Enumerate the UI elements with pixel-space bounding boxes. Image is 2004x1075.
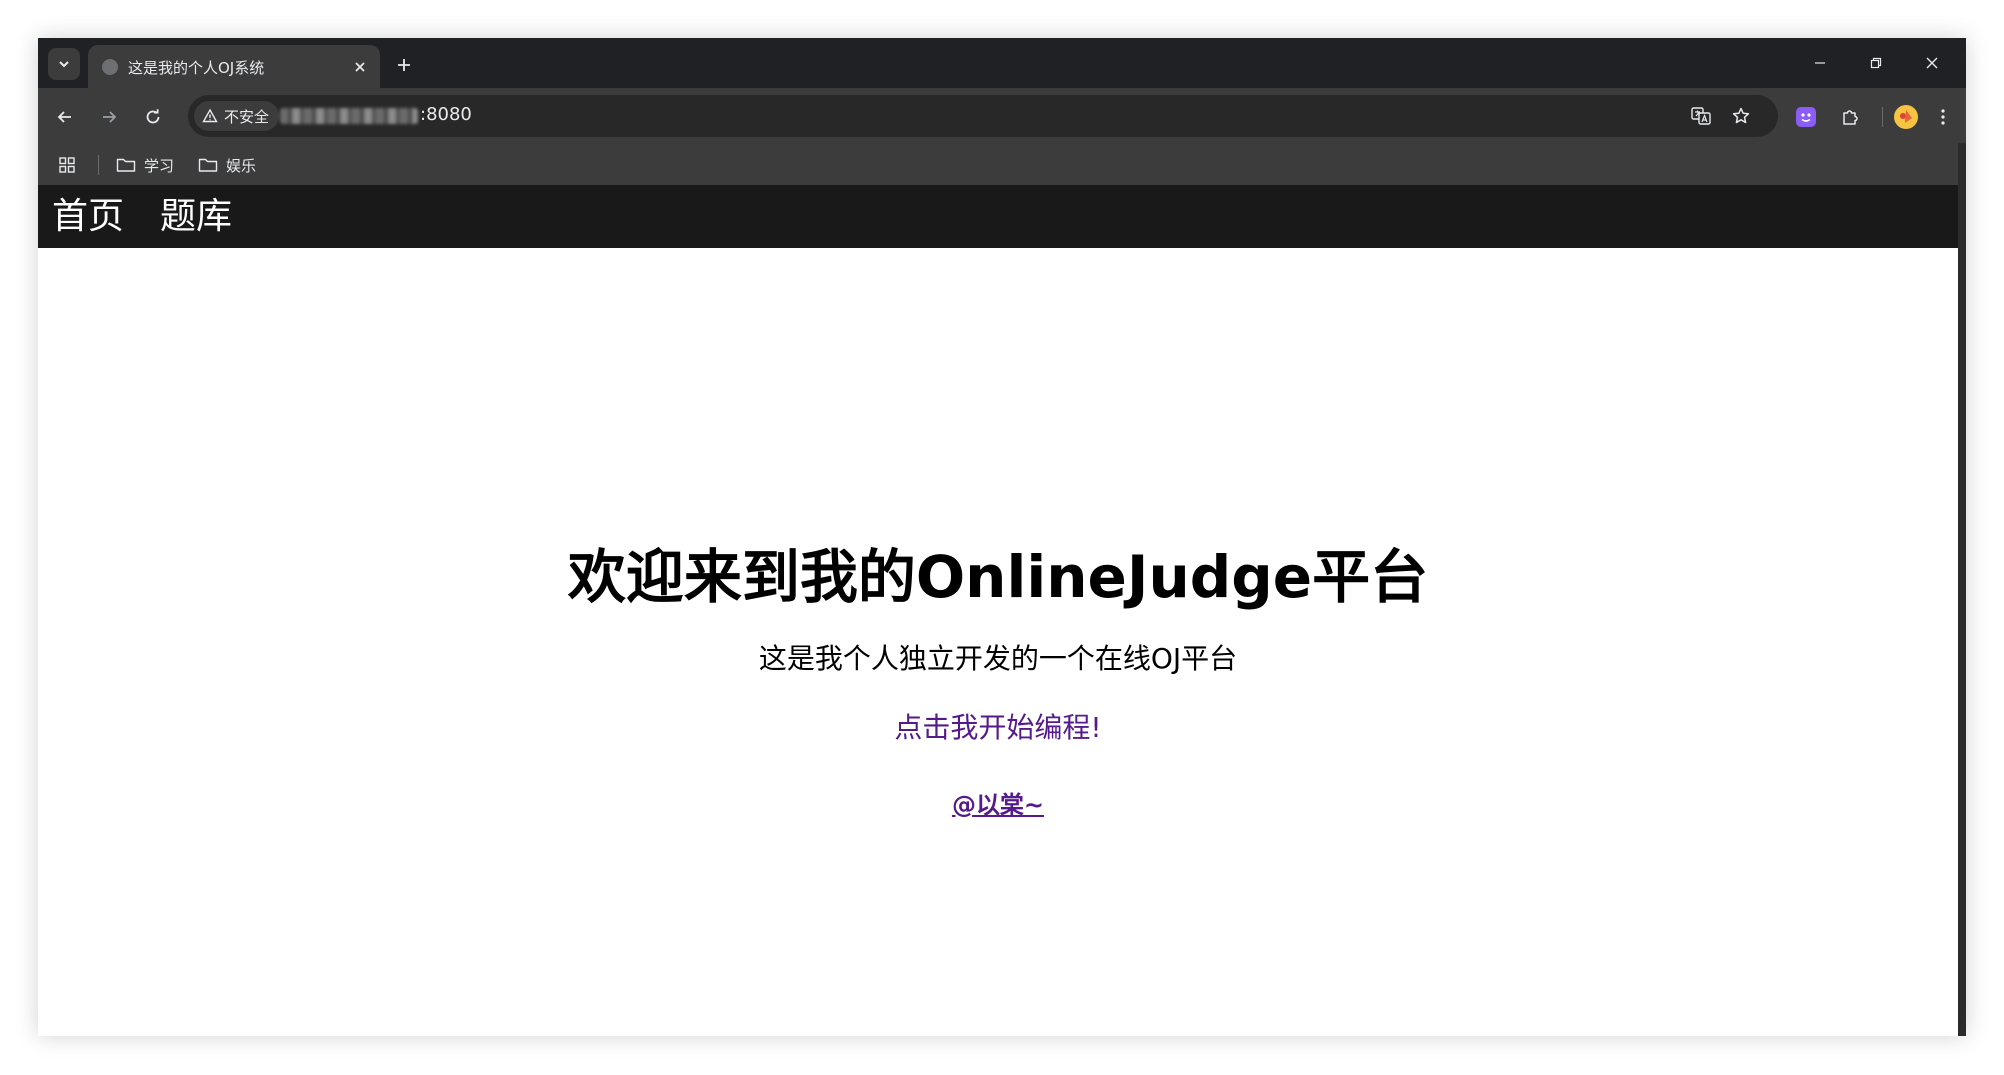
close-window-button[interactable]	[1904, 46, 1960, 80]
url-text: :8080	[420, 104, 472, 125]
bookmark-folder-study[interactable]: 学习	[116, 153, 174, 177]
page-subtitle: 这是我个人独立开发的一个在线OJ平台	[758, 642, 1238, 675]
avatar-icon	[1894, 105, 1918, 129]
tab-strip: 这是我的个人OJ系统	[38, 38, 1966, 88]
hero-section: 欢迎来到我的OnlineJudge平台 这是我个人独立开发的一个在线OJ平台 点…	[38, 185, 1958, 1036]
profile-button[interactable]	[1891, 102, 1921, 132]
browser-toolbar: 不安全 :8080	[38, 88, 1966, 145]
address-bar[interactable]: 不安全 :8080	[188, 95, 1778, 137]
tab-title: 这是我的个人OJ系统	[128, 59, 265, 77]
url-redacted-host	[280, 108, 418, 124]
folder-icon	[198, 158, 218, 172]
security-indicator[interactable]: 不安全	[194, 101, 280, 131]
star-icon	[1732, 107, 1750, 124]
arrow-right-icon	[103, 111, 117, 123]
bookmarks-bar: 学习 娱乐	[38, 145, 1966, 185]
extension-button[interactable]	[1791, 102, 1821, 132]
start-coding-link[interactable]: 点击我开始编程!	[38, 710, 1958, 746]
minimize-button[interactable]	[1792, 46, 1848, 80]
bookmark-label: 娱乐	[226, 156, 257, 175]
folder-icon	[116, 158, 136, 172]
extensions-menu-button[interactable]	[1835, 102, 1865, 132]
bookmark-label: 学习	[144, 156, 175, 175]
page-title: 欢迎来到我的OnlineJudge平台	[567, 543, 1429, 611]
arrow-left-icon	[57, 111, 71, 123]
security-label: 不安全	[224, 107, 270, 126]
globe-icon	[102, 59, 118, 75]
plus-icon	[398, 59, 410, 71]
bookmark-star-button[interactable]	[1728, 103, 1754, 129]
browser-tab-active[interactable]: 这是我的个人OJ系统	[88, 45, 380, 88]
browser-window: 这是我的个人OJ系统 不安全:8080 学习 娱乐 首页 题库 欢迎来到我的O…	[38, 38, 1966, 1036]
translate-button[interactable]	[1688, 103, 1714, 129]
restore-icon	[1870, 57, 1882, 69]
new-tab-button[interactable]	[390, 51, 418, 79]
extension-app-icon	[1796, 107, 1816, 127]
close-icon	[355, 62, 365, 72]
bookmarks-divider	[98, 155, 99, 175]
toolbar-divider	[1882, 107, 1883, 127]
forward-button[interactable]	[94, 102, 124, 132]
browser-menu-button[interactable]	[1928, 102, 1958, 132]
minimize-icon	[1815, 62, 1825, 64]
page-viewport: 首页 题库 欢迎来到我的OnlineJudge平台 这是我个人独立开发的一个在线…	[38, 185, 1958, 1036]
chevron-down-icon	[59, 61, 69, 68]
close-icon	[1926, 57, 1938, 69]
warning-triangle-icon	[202, 108, 218, 123]
tab-close-button[interactable]	[348, 55, 372, 79]
reload-icon	[146, 109, 160, 124]
more-vertical-icon	[1941, 109, 1945, 125]
back-button[interactable]	[50, 102, 80, 132]
tab-search-button[interactable]	[48, 48, 80, 80]
reload-button[interactable]	[138, 102, 168, 132]
page-scrollbar[interactable]	[1958, 143, 1966, 1036]
puzzle-icon	[1843, 110, 1858, 125]
bookmark-folder-entertainment[interactable]: 娱乐	[198, 153, 256, 177]
author-line: @以棠~	[38, 789, 1958, 821]
apps-grid-icon	[59, 157, 75, 173]
restore-button[interactable]	[1848, 46, 1904, 80]
translate-icon	[1691, 107, 1711, 125]
author-link[interactable]: @以棠~	[952, 791, 1044, 819]
apps-button[interactable]	[58, 153, 76, 177]
